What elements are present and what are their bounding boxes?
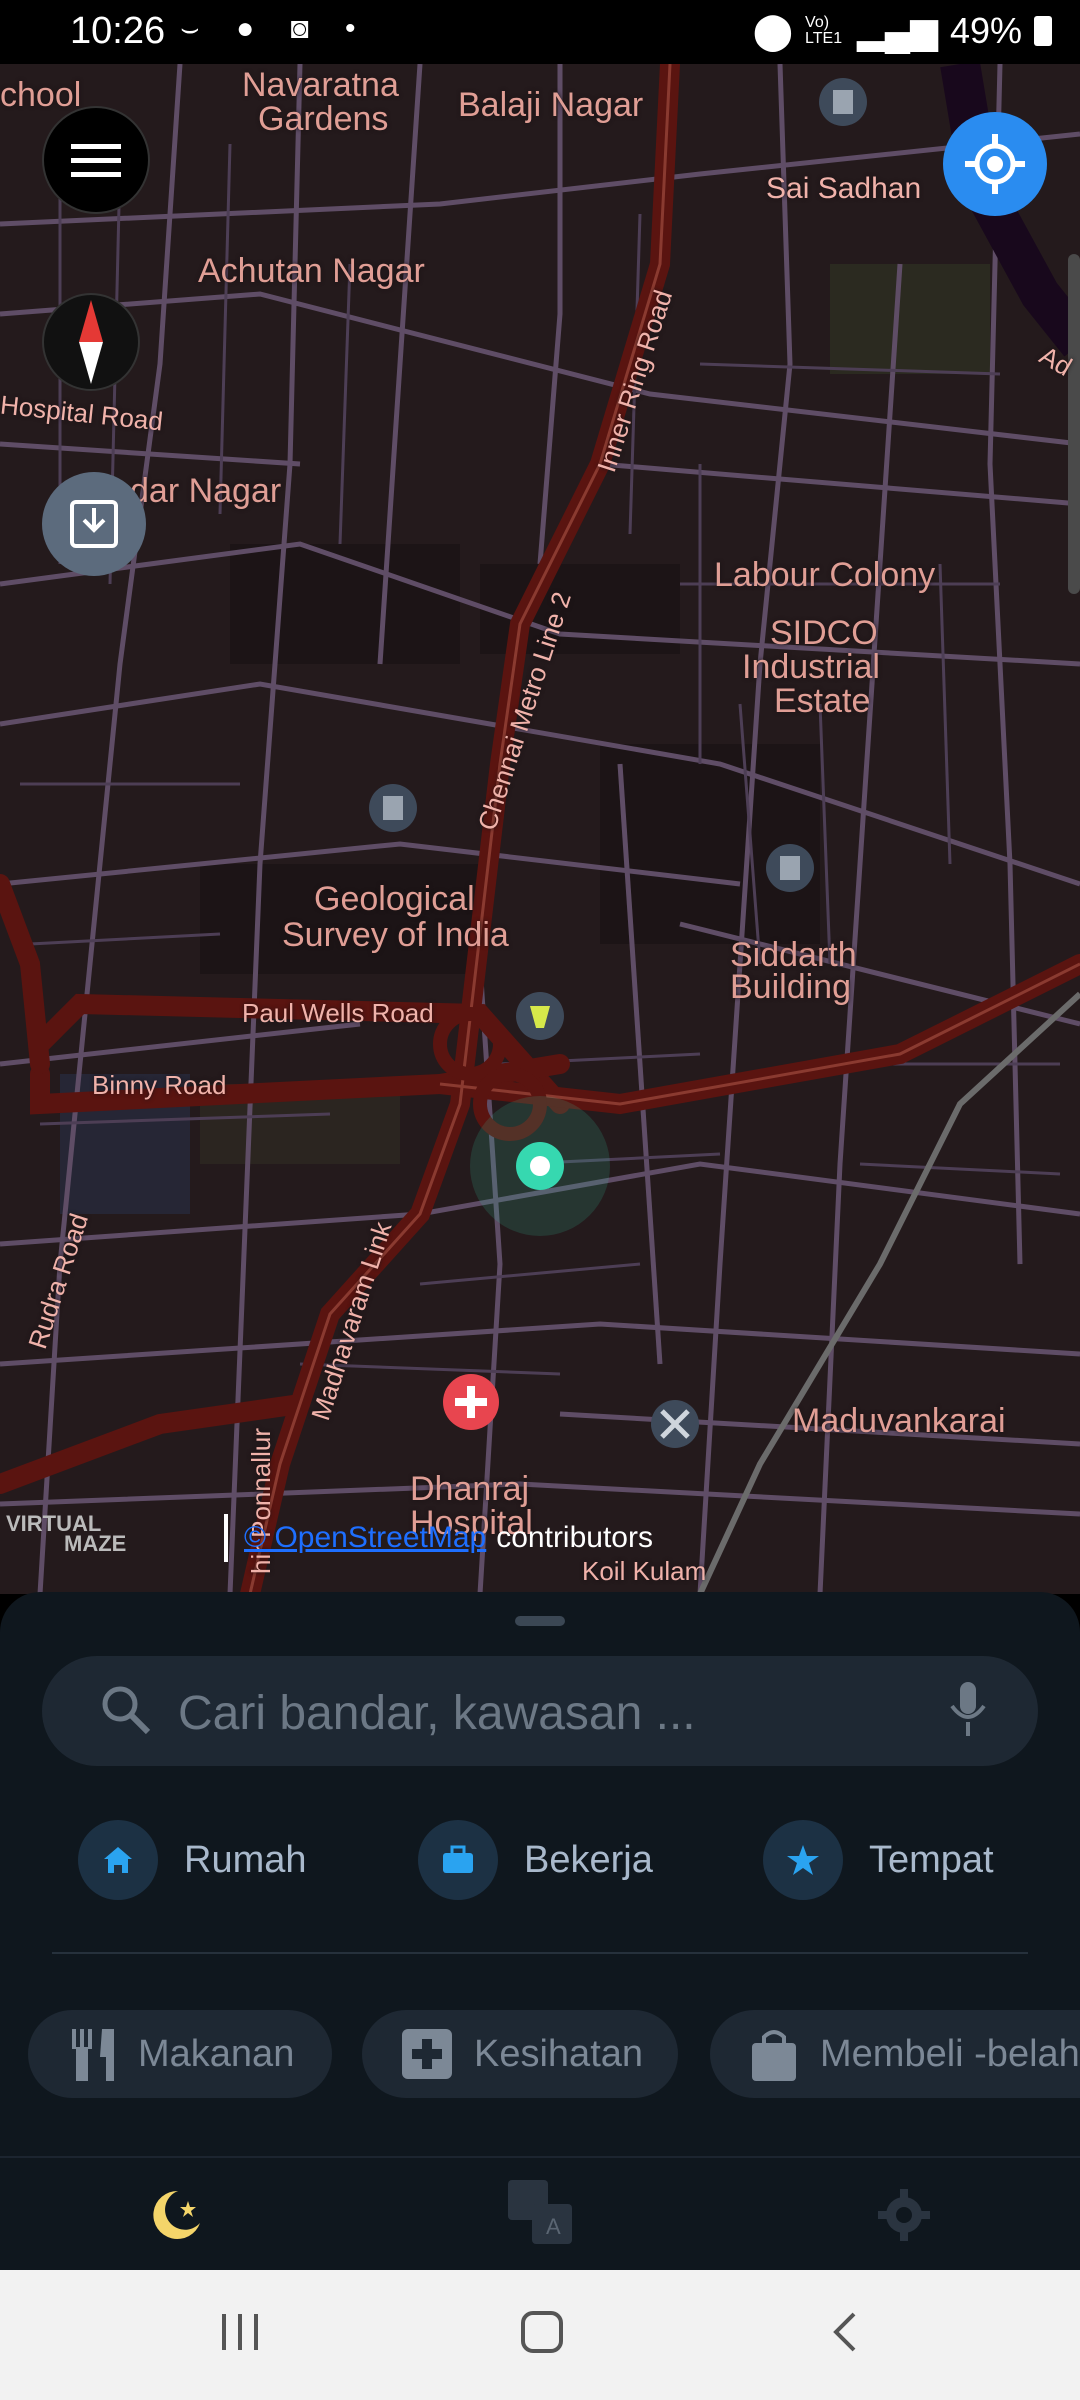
compass-icon (79, 300, 103, 384)
map-label-paulwells: Paul Wells Road (242, 998, 434, 1028)
my-location-button[interactable] (943, 112, 1047, 216)
tools-icon[interactable] (651, 1400, 699, 1448)
account-circle-icon: ● (236, 12, 269, 45)
hospital-pin-icon[interactable] (443, 1374, 499, 1430)
instagram-icon: ◙ (290, 12, 323, 45)
mic-icon[interactable] (948, 1680, 988, 1740)
home-icon (78, 1820, 158, 1900)
map-label-maduvankarai: Maduvankarai (792, 1402, 1006, 1440)
favorite-places[interactable]: Tempat (763, 1820, 994, 1900)
system-navigation-bar (0, 2270, 1080, 2400)
map-download-icon (70, 500, 118, 548)
network-label: Vo) LTE1 (805, 14, 843, 47)
favorite-places-label: Tempat (869, 1838, 994, 1881)
settings-button[interactable] (876, 2187, 932, 2248)
building-icon[interactable] (766, 844, 814, 892)
favorite-work[interactable]: Bekerja (418, 1820, 653, 1900)
map-block (830, 264, 990, 374)
search-bar[interactable]: Cari bandar, kawasan ... (42, 1656, 1038, 1766)
map-label-achutan: Achutan Nagar (198, 252, 425, 290)
status-time: 10:26 (70, 10, 166, 52)
svg-text:A: A (546, 2214, 561, 2239)
search-placeholder: Cari bandar, kawasan ... (178, 1687, 696, 1740)
menu-icon (71, 144, 121, 177)
map-label-sidco-2: Industrial (742, 648, 880, 686)
contributors-text: contributors (496, 1521, 653, 1554)
category-shopping-chip[interactable]: Membeli -belah (710, 2010, 1080, 2098)
map-label-dhanraj-1: Dhanraj (410, 1470, 530, 1508)
status-right: ⬤ Vo) LTE1 ▂▄▆ 49% (753, 10, 1052, 52)
map-label-saisadhan: Sai Sadhan (766, 172, 922, 205)
map-label-geo-2: Survey of India (282, 916, 509, 954)
category-shopping-label: Membeli -belah (820, 2032, 1080, 2075)
menu-button[interactable] (42, 106, 150, 214)
category-health-label: Kesihatan (474, 2032, 644, 2075)
category-food-chip[interactable]: Makanan (28, 2010, 332, 2098)
briefcase-icon (418, 1820, 498, 1900)
star-icon (763, 1820, 843, 1900)
signal-smile-icon: ⌣ (180, 12, 214, 45)
building-icon[interactable] (369, 784, 417, 832)
map-label-school: chool (0, 76, 82, 114)
medical-cross-icon (402, 2029, 452, 2079)
shopping-bag-icon (752, 2030, 796, 2081)
map-label-siddarth-1: Siddarth (730, 936, 857, 974)
openstreetmap-link[interactable]: © OpenStreetMap (244, 1521, 486, 1555)
translate-icon: A (508, 2180, 572, 2244)
map-attribution: VIRTUAL MAZE © OpenStreetMap contributor… (0, 1512, 760, 1564)
map-label-dar-nagar: dar Nagar (130, 472, 282, 510)
my-location-icon (965, 134, 1025, 194)
sheet-drag-handle[interactable] (515, 1616, 565, 1626)
map-label-sidco-1: SIDCO (770, 614, 878, 652)
map-canvas (0, 64, 1080, 1594)
favorite-home-label: Rumah (184, 1838, 307, 1881)
building-icon[interactable] (819, 78, 867, 126)
compass-button[interactable] (42, 293, 140, 391)
night-mode-button[interactable] (148, 2187, 204, 2248)
translate-button[interactable]: A (508, 2180, 574, 2251)
home-button-icon[interactable] (520, 2310, 564, 2354)
settings-icon (878, 2189, 930, 2241)
signal-icon: ▂▄▆ (857, 10, 938, 51)
battery-text: 49% (949, 10, 1022, 51)
map-label-binny: Binny Road (92, 1070, 227, 1100)
dot-icon: • (345, 12, 370, 45)
battery-icon (1034, 16, 1052, 46)
current-position-dot (530, 1156, 550, 1176)
map-view[interactable]: chool Navaratna Gardens Balaji Nagar Sai… (0, 64, 1080, 1594)
virtual-maze-logo: VIRTUAL MAZE (6, 1511, 127, 1556)
location-icon: ⬤ (752, 10, 794, 51)
status-notification-icons: ⌣ ● ◙ • (180, 12, 370, 46)
back-icon[interactable] (830, 2310, 860, 2354)
map-label-sidco-3: Estate (774, 682, 871, 720)
category-food-label: Makanan (138, 2032, 295, 2075)
map-download-button[interactable] (42, 472, 146, 576)
favorite-work-label: Bekerja (524, 1838, 653, 1881)
map-label-navaratna-1: Navaratna (242, 66, 399, 104)
map-block (600, 744, 820, 944)
status-bar: 10:26 ⌣ ● ◙ • ⬤ Vo) LTE1 ▂▄▆ 49% (0, 0, 1080, 64)
map-label-balaji: Balaji Nagar (458, 86, 644, 124)
recent-apps-icon[interactable] (220, 2310, 260, 2354)
divider (52, 1952, 1028, 1954)
night-mode-icon (153, 2190, 200, 2239)
attribution-separator (224, 1514, 228, 1562)
divider (0, 2156, 1080, 2158)
garden-icon[interactable] (516, 992, 564, 1040)
search-icon (102, 1686, 151, 1735)
bottom-sheet[interactable]: Cari bandar, kawasan ... Rumah Bekerja T… (0, 1592, 1080, 2270)
map-label-geo-1: Geological (314, 880, 475, 918)
category-health-chip[interactable]: Kesihatan (362, 2010, 678, 2098)
map-scroll-edge (1068, 254, 1080, 594)
map-label-siddarth-2: Building (730, 968, 851, 1006)
fork-knife-icon (72, 2029, 114, 2081)
favorite-home[interactable]: Rumah (78, 1820, 307, 1900)
map-label-navaratna-2: Gardens (258, 100, 389, 138)
map-label-labour: Labour Colony (714, 556, 936, 594)
